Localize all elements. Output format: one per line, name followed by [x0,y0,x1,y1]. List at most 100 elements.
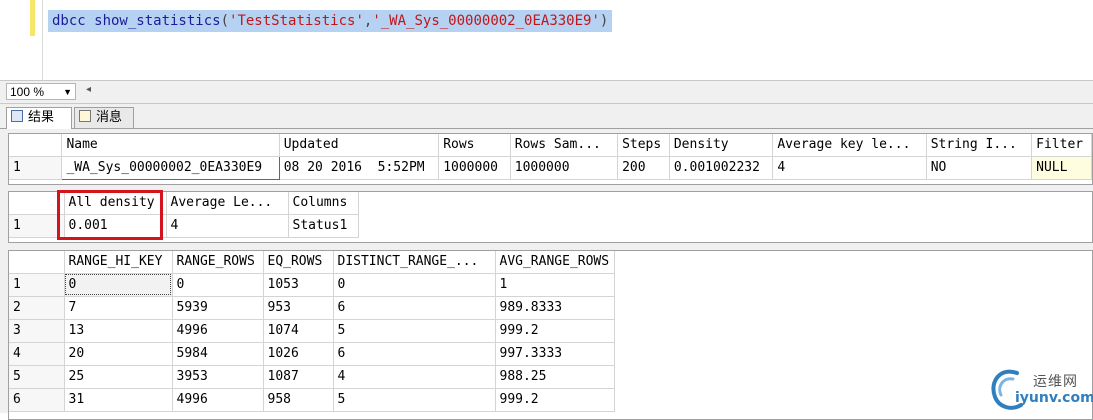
grid-cell[interactable]: 5939 [172,296,264,320]
result-tabs: 结果 消息 [0,104,1093,129]
grid-cell[interactable]: 1087 [263,365,334,389]
column-header[interactable]: Average key le... [772,134,927,157]
tab-results[interactable]: 结果 [6,107,72,129]
row-number-header [9,192,65,215]
grid-cell[interactable]: 997.3333 [495,342,615,366]
query-editor[interactable]: dbcc show_statistics('TestStatistics','_… [0,0,1093,80]
table-row[interactable]: 5 25 3953 1087 4 988.25 [9,365,615,389]
row-number[interactable]: 1 [9,214,65,238]
changed-line-marker [30,0,35,36]
grid-cell[interactable]: 1000000 [438,156,511,180]
scroll-left-icon[interactable]: ◂ [86,84,91,95]
grid-cell[interactable]: 988.25 [495,365,615,389]
grid-cell[interactable]: 13 [64,319,173,343]
grid-cell[interactable]: 4996 [172,388,264,412]
grid-cell[interactable]: 1053 [263,273,334,297]
column-header[interactable]: DISTINCT_RANGE_... [333,251,496,274]
watermark-en-text: iyunv.com [1015,390,1093,406]
row-number[interactable]: 4 [9,342,65,366]
results-pane: Name Updated Rows Rows Sam... Steps Dens… [0,129,1093,420]
column-header[interactable]: AVG_RANGE_ROWS [495,251,615,274]
table-row[interactable]: 2 7 5939 953 6 989.8333 [9,296,615,320]
grid-cell[interactable]: 999.2 [495,388,615,412]
query-open-paren: ( [220,13,230,29]
table-row[interactable]: 1 0 0 1053 0 1 [9,273,615,297]
grid-cell[interactable]: 953 [263,296,334,320]
grid-cell[interactable]: _WA_Sys_00000002_0EA330E9 [61,155,280,180]
table-row[interactable]: 6 31 4996 958 5 999.2 [9,388,615,412]
query-close-paren: ) [599,13,609,29]
grid-cell[interactable]: 20 [64,342,173,366]
grid-cell[interactable]: 200 [617,156,670,180]
column-header[interactable]: String I... [926,134,1033,157]
column-header[interactable]: Updated [279,134,440,157]
column-header[interactable]: Steps [617,134,670,157]
column-header[interactable]: Columns [288,192,359,215]
stats-header-grid[interactable]: Name Updated Rows Rows Sam... Steps Dens… [8,133,1093,185]
zoom-value: 100 % [10,85,45,99]
row-number[interactable]: 1 [9,273,65,297]
grid-cell[interactable]: 1000000 [510,156,619,180]
grid-cell[interactable]: 1 [495,273,615,297]
grid-cell[interactable]: 6 [333,296,496,320]
row-number[interactable]: 2 [9,296,65,320]
chevron-down-icon: ▼ [63,87,72,97]
table-row[interactable]: 3 13 4996 1074 5 999.2 [9,319,615,343]
table-row[interactable]: 1 _WA_Sys_00000002_0EA330E9 08 20 2016 5… [9,155,1092,180]
tab-messages[interactable]: 消息 [74,107,134,128]
query-text[interactable]: dbcc show_statistics('TestStatistics','_… [48,10,613,32]
grid-cell[interactable]: 958 [263,388,334,412]
grid-cell[interactable]: 4996 [172,319,264,343]
grid-cell[interactable]: 25 [64,365,173,389]
tab-messages-label: 消息 [96,110,123,125]
site-watermark: 运维网 iyunv.com [985,363,1093,413]
editor-gutter [42,0,43,80]
grid-cell[interactable]: 0 [333,273,496,297]
query-arg-table: 'TestStatistics' [229,13,364,29]
density-grid[interactable]: All density Average Le... Columns 1 0.00… [8,191,1093,243]
grid-cell[interactable]: 4 [166,214,289,238]
tab-results-label: 结果 [28,110,55,125]
column-header[interactable]: RANGE_ROWS [172,251,264,274]
histogram-grid[interactable]: RANGE_HI_KEY RANGE_ROWS EQ_ROWS DISTINCT… [8,250,1093,420]
grid-cell[interactable]: 0 [64,273,173,297]
zoom-select[interactable]: 100 % ▼ [6,83,76,100]
grid-cell[interactable]: 08 20 2016 5:52PM [279,156,440,180]
grid-cell[interactable]: 4 [772,156,927,180]
row-number[interactable]: 1 [9,156,63,180]
grid-cell[interactable]: NULL [1031,156,1092,180]
grid-cell[interactable]: 3953 [172,365,264,389]
grid-cell[interactable]: 1074 [263,319,334,343]
column-header[interactable]: Average Le... [166,192,289,215]
grid-cell[interactable]: 1026 [263,342,334,366]
editor-statusbar: 100 % ▼ ◂ [0,80,1093,104]
column-header[interactable]: Filter [1031,134,1092,157]
column-header[interactable]: Name [61,134,280,157]
grid-cell[interactable]: 0 [172,273,264,297]
grid-cell[interactable]: 5 [333,319,496,343]
column-header[interactable]: Rows Sam... [510,134,619,157]
column-header[interactable]: EQ_ROWS [263,251,334,274]
grid-cell[interactable]: 999.2 [495,319,615,343]
row-number[interactable]: 5 [9,365,65,389]
table-row[interactable]: 4 20 5984 1026 6 997.3333 [9,342,615,366]
column-header[interactable]: Rows [438,134,511,157]
histogram-table: RANGE_HI_KEY RANGE_ROWS EQ_ROWS DISTINCT… [9,251,615,412]
grid-cell[interactable]: NO [926,156,1033,180]
row-number[interactable]: 6 [9,388,65,412]
messages-icon [79,110,91,122]
row-number[interactable]: 3 [9,319,65,343]
row-number-header [9,251,65,274]
grid-cell[interactable]: 31 [64,388,173,412]
grid-cell[interactable]: 5984 [172,342,264,366]
grid-cell[interactable]: 4 [333,365,496,389]
grid-cell[interactable]: 6 [333,342,496,366]
column-header[interactable]: RANGE_HI_KEY [64,251,173,274]
grid-cell[interactable]: 5 [333,388,496,412]
grid-cell[interactable]: Status1 [288,214,359,238]
grid-cell[interactable]: 7 [64,296,173,320]
grid-cell[interactable]: 0.001002232 [669,156,774,180]
grid-cell[interactable]: 989.8333 [495,296,615,320]
grid-icon [11,110,23,122]
column-header[interactable]: Density [669,134,774,157]
